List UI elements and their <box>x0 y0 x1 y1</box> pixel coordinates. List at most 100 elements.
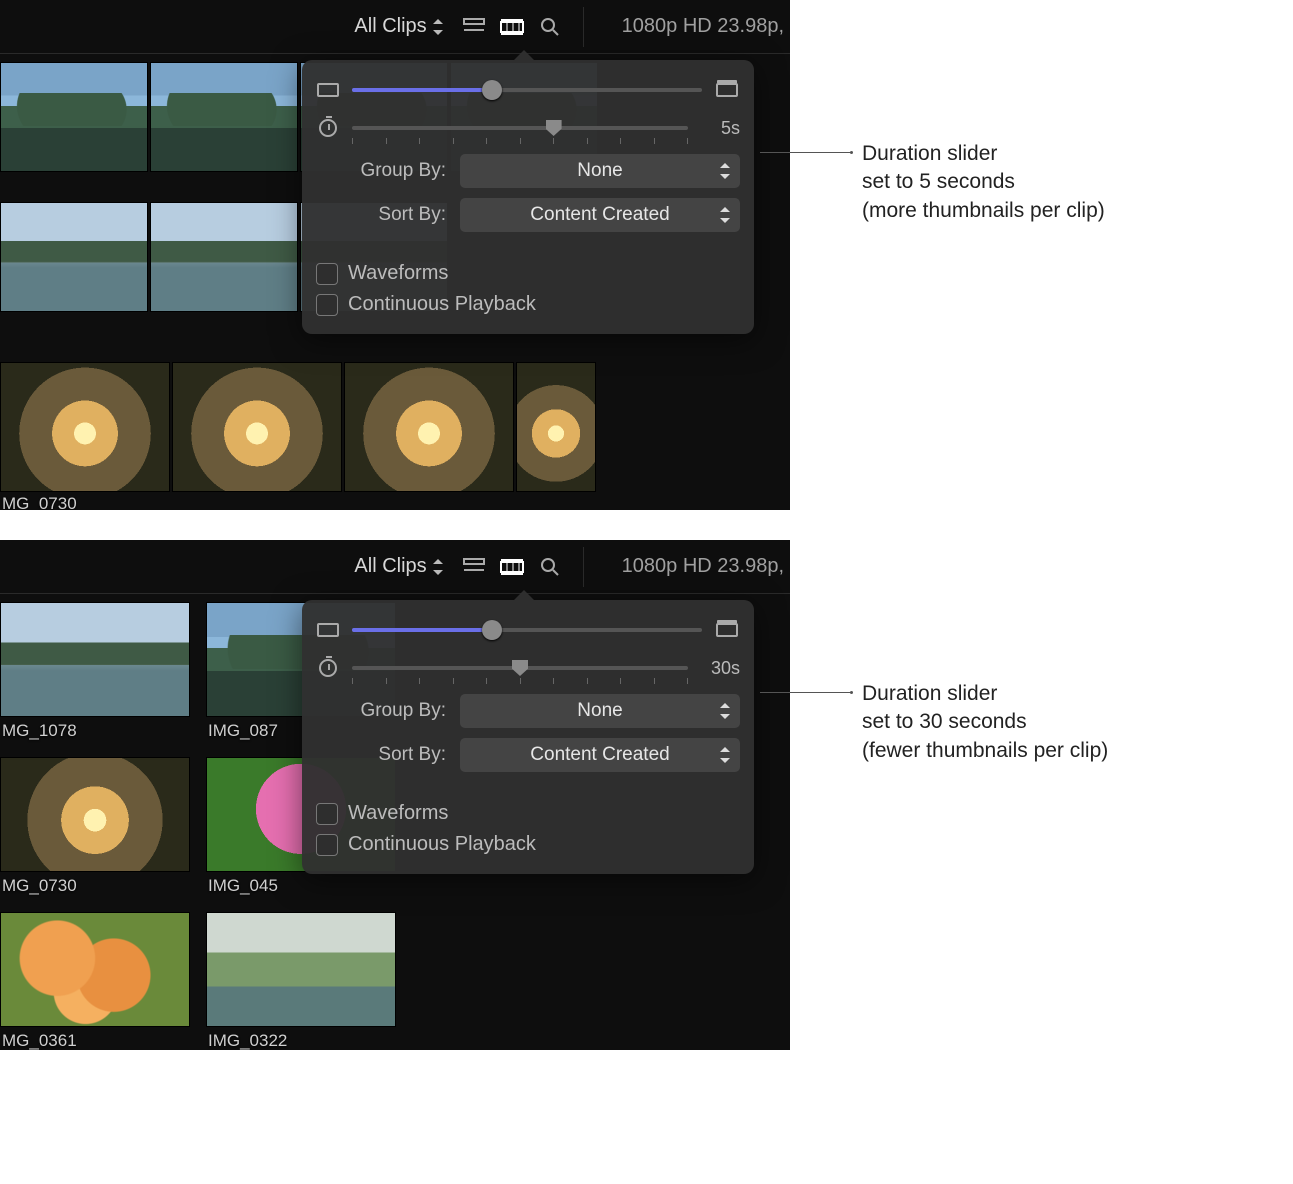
continuous-playback-label: Continuous Playback <box>348 293 536 316</box>
thumbnail-small-icon <box>316 80 340 100</box>
stopwatch-icon <box>316 658 340 678</box>
thumbnail-segment <box>150 62 298 172</box>
leader-line <box>760 692 852 693</box>
duration-slider[interactable] <box>352 656 688 680</box>
thumbnail-segment <box>150 202 298 312</box>
list-view-icon[interactable] <box>461 16 487 38</box>
thumbnail-segment <box>0 62 148 172</box>
annotation-line: Duration slider <box>862 140 1105 168</box>
waveforms-checkbox-row[interactable]: Waveforms <box>316 262 740 285</box>
viewer-format-label: 1080p HD 23.98p, <box>622 15 784 38</box>
clip-name-label: IMG_087 <box>208 721 278 741</box>
annotation-line: (more thumbnails per clip) <box>862 197 1105 225</box>
sort-by-select[interactable]: Content Created <box>460 198 740 232</box>
group-by-row: Group By: None <box>316 154 740 188</box>
annotation-line: Duration slider <box>862 680 1108 708</box>
thumbnail-segment <box>516 362 596 492</box>
checkbox-icon <box>316 834 338 856</box>
checkbox-icon <box>316 803 338 825</box>
clip-name-label: MG_1078 <box>2 721 77 741</box>
duration-row: 5s <box>316 116 740 140</box>
thumbnail-segment <box>0 362 170 492</box>
duration-value: 30s <box>700 658 740 679</box>
duration-slider[interactable] <box>352 116 688 140</box>
clip-filter-dropdown[interactable]: All Clips <box>348 13 448 40</box>
thumbnail-segment <box>172 362 342 492</box>
thumbnail-large-icon <box>714 623 740 637</box>
waveforms-checkbox-row[interactable]: Waveforms <box>316 802 740 825</box>
clip-appearance-popover: 30s Group By: None Sort By: Content Crea… <box>302 600 754 874</box>
continuous-playback-label: Continuous Playback <box>348 833 536 856</box>
clip-filter-label: All Clips <box>354 15 426 38</box>
waveforms-label: Waveforms <box>348 262 448 285</box>
annotation-text: Duration slider set to 5 seconds (more t… <box>862 140 1105 225</box>
dropdown-arrows-icon <box>720 207 730 223</box>
toolbar-divider <box>583 547 584 587</box>
filmstrip-row[interactable] <box>0 362 596 492</box>
browser-window-1: All Clips 1080p HD 23.98p, <box>0 0 790 510</box>
checkbox-icon <box>316 294 338 316</box>
annotation-line: set to 5 seconds <box>862 168 1105 196</box>
sort-by-value: Content Created <box>530 204 669 226</box>
clip-appearance-popover: 5s Group By: None Sort By: Content Creat… <box>302 60 754 334</box>
annotation-line: (fewer thumbnails per clip) <box>862 737 1108 765</box>
dropdown-arrows-icon <box>720 163 730 179</box>
group-by-row: Group By: None <box>316 694 740 728</box>
dropdown-arrows-icon <box>720 703 730 719</box>
dropdown-arrows-icon <box>433 19 443 35</box>
thumbnail-large-icon <box>714 83 740 97</box>
duration-row: 30s <box>316 656 740 680</box>
group-by-label: Group By: <box>316 700 446 722</box>
annotation-callout: Duration slider set to 5 seconds (more t… <box>760 140 1105 225</box>
waveforms-label: Waveforms <box>348 802 448 825</box>
sort-by-row: Sort By: Content Created <box>316 738 740 772</box>
group-by-value: None <box>577 160 622 182</box>
filmstrip-view-icon[interactable] <box>499 556 525 578</box>
toolbar: All Clips 1080p HD 23.98p, <box>0 0 790 54</box>
toolbar: All Clips 1080p HD 23.98p, <box>0 540 790 594</box>
continuous-playback-checkbox-row[interactable]: Continuous Playback <box>316 293 740 316</box>
dropdown-arrows-icon <box>720 747 730 763</box>
clip-thumbnail[interactable] <box>0 602 190 717</box>
group-by-label: Group By: <box>316 160 446 182</box>
list-view-icon[interactable] <box>461 556 487 578</box>
group-by-select[interactable]: None <box>460 694 740 728</box>
annotation-line: set to 30 seconds <box>862 708 1108 736</box>
thumbnail-size-slider[interactable] <box>352 78 702 102</box>
clip-name-label: IMG_045 <box>208 876 278 896</box>
thumbnail-size-row <box>316 618 740 642</box>
clip-name-label: MG_0730 <box>2 494 77 510</box>
clip-thumbnail[interactable] <box>0 757 190 872</box>
clip-thumbnail[interactable] <box>206 912 396 1027</box>
sort-by-label: Sort By: <box>316 204 446 226</box>
annotation-text: Duration slider set to 30 seconds (fewer… <box>862 680 1108 765</box>
continuous-playback-checkbox-row[interactable]: Continuous Playback <box>316 833 740 856</box>
dropdown-arrows-icon <box>433 559 443 575</box>
example-30s: All Clips 1080p HD 23.98p, MG_1078 IMG_08… <box>0 540 1293 1050</box>
thumbnail-segment <box>0 202 148 312</box>
clip-name-label: MG_0361 <box>2 1031 77 1050</box>
group-by-select[interactable]: None <box>460 154 740 188</box>
clip-filter-label: All Clips <box>354 555 426 578</box>
sort-by-row: Sort By: Content Created <box>316 198 740 232</box>
browser-window-2: All Clips 1080p HD 23.98p, MG_1078 IMG_08… <box>0 540 790 1050</box>
filmstrip-view-icon[interactable] <box>499 16 525 38</box>
sort-by-label: Sort By: <box>316 744 446 766</box>
sort-by-select[interactable]: Content Created <box>460 738 740 772</box>
leader-line <box>760 152 852 153</box>
search-icon[interactable] <box>537 556 563 578</box>
example-5s: All Clips 1080p HD 23.98p, <box>0 0 1293 510</box>
clip-name-label: MG_0730 <box>2 876 77 896</box>
toolbar-divider <box>583 7 584 47</box>
viewer-format-label: 1080p HD 23.98p, <box>622 555 784 578</box>
annotation-callout: Duration slider set to 30 seconds (fewer… <box>760 680 1108 765</box>
thumbnail-size-slider[interactable] <box>352 618 702 642</box>
checkbox-icon <box>316 263 338 285</box>
duration-value: 5s <box>700 118 740 139</box>
search-icon[interactable] <box>537 16 563 38</box>
thumbnail-segment <box>344 362 514 492</box>
clip-thumbnail[interactable] <box>0 912 190 1027</box>
clip-filter-dropdown[interactable]: All Clips <box>348 553 448 580</box>
clip-name-label: IMG_0322 <box>208 1031 287 1050</box>
stopwatch-icon <box>316 118 340 138</box>
